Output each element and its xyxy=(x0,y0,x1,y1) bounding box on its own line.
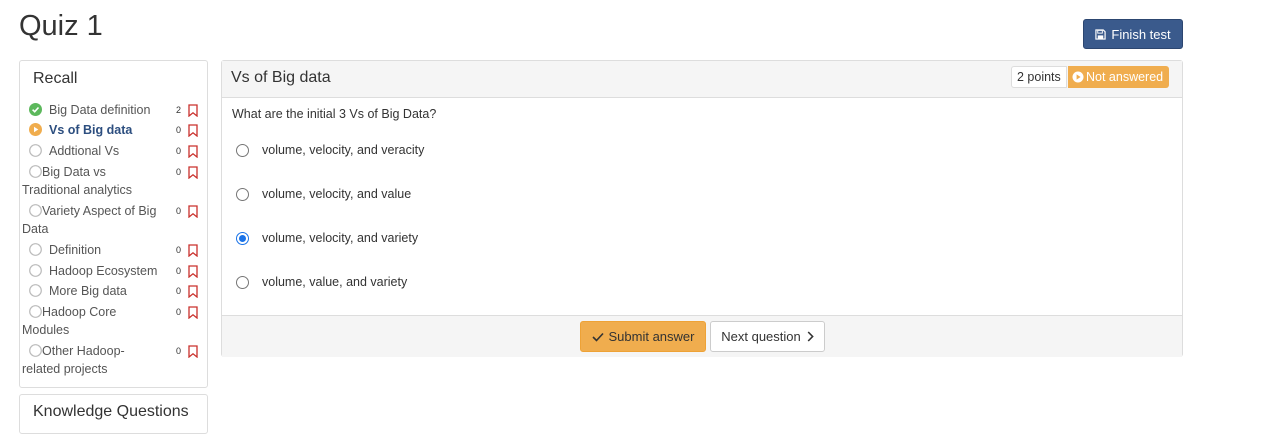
sidebar-item-label: Definition xyxy=(49,243,102,257)
bookmark-icon[interactable] xyxy=(188,306,198,319)
empty-circle-icon xyxy=(29,144,42,157)
sidebar-item[interactable]: Vs of Big data 0 xyxy=(20,121,198,141)
points-badge: 2 points xyxy=(1011,66,1067,88)
next-question-button[interactable]: Next question xyxy=(710,321,825,352)
sidebar-item-count: 0 xyxy=(176,346,182,356)
answer-label: volume, velocity, and veracity xyxy=(262,143,425,157)
submit-answer-button[interactable]: Submit answer xyxy=(580,321,706,352)
finish-test-button[interactable]: Finish test xyxy=(1083,19,1183,49)
question-title: Vs of Big data xyxy=(231,69,331,86)
sidebar-item-count: 0 xyxy=(176,146,182,156)
answer-radio[interactable] xyxy=(236,275,249,289)
answer-option[interactable]: volume, velocity, and veracity xyxy=(236,143,424,157)
finish-test-label: Finish test xyxy=(1111,26,1171,42)
bookmark-icon[interactable] xyxy=(188,166,198,179)
status-badge: Not answered xyxy=(1068,66,1170,88)
floppy-disk-icon xyxy=(1095,28,1107,40)
chevron-right-icon xyxy=(807,331,814,342)
answer-option[interactable]: volume, value, and variety xyxy=(236,275,407,289)
sidebar-item-count: 0 xyxy=(176,167,182,177)
sidebar-item-label: Hadoop Core Modules xyxy=(22,305,117,337)
sidebar-item-count: 2 xyxy=(176,105,182,115)
sidebar-item[interactable]: Hadoop Ecosystem 0 xyxy=(20,262,198,282)
question-sidebar: Recall Big Data definition 2 Vs of Big dat… xyxy=(19,60,208,388)
knowledge-questions-title: Knowledge Questions xyxy=(33,403,189,420)
sidebar-item-label: Other Hadoop-related projects xyxy=(22,344,125,376)
sidebar-item-count: 0 xyxy=(176,307,182,317)
sidebar-item[interactable]: Hadoop Core Modules 0 xyxy=(20,303,198,339)
play-circle-icon xyxy=(1072,71,1084,83)
sidebar-item[interactable]: Big Data definition 2 xyxy=(20,101,198,121)
sidebar-item-count: 0 xyxy=(176,266,182,276)
bookmark-icon[interactable] xyxy=(188,124,198,137)
sidebar-item-label: Big Data vs Traditional analytics xyxy=(22,165,133,197)
answer-label: volume, value, and variety xyxy=(262,275,408,289)
empty-circle-icon xyxy=(29,264,42,277)
sidebar-item-label: More Big data xyxy=(49,284,127,298)
checkmark-icon xyxy=(591,332,604,342)
answer-radio[interactable] xyxy=(236,231,249,245)
sidebar-item-label: Hadoop Ecosystem xyxy=(49,264,158,278)
sidebar-item[interactable]: Definition 0 xyxy=(20,241,198,261)
bookmark-icon[interactable] xyxy=(188,205,198,218)
sidebar-item[interactable]: More Big data 0 xyxy=(20,282,198,302)
page-title: Quiz 1 xyxy=(19,10,103,42)
question-panel: Vs of Big data 2 points Not answered Wha… xyxy=(221,60,1183,357)
sidebar-item-count: 0 xyxy=(176,245,182,255)
submit-answer-label: Submit answer xyxy=(608,329,695,344)
question-header: Vs of Big data 2 points Not answered xyxy=(222,61,1182,98)
sidebar-item-count: 0 xyxy=(176,206,182,216)
sidebar-item-label: Big Data definition xyxy=(49,103,151,117)
bookmark-icon[interactable] xyxy=(188,285,198,298)
sidebar-item[interactable]: Other Hadoop-related projects 0 xyxy=(20,342,198,378)
bookmark-icon[interactable] xyxy=(188,244,198,257)
bookmark-icon[interactable] xyxy=(188,345,198,358)
question-footer: Submit answer Next question xyxy=(222,315,1182,357)
check-circle-icon xyxy=(29,103,42,116)
sidebar-title: Recall xyxy=(33,70,78,87)
bookmark-icon[interactable] xyxy=(188,145,198,158)
answer-option[interactable]: volume, velocity, and variety xyxy=(236,231,418,245)
sidebar-item-count: 0 xyxy=(176,125,182,135)
bookmark-icon[interactable] xyxy=(188,104,198,117)
status-label: Not answered xyxy=(1086,70,1164,84)
sidebar-item[interactable]: Addtional Vs 0 xyxy=(20,142,198,162)
play-circle-icon xyxy=(29,123,42,136)
empty-circle-icon xyxy=(29,243,42,256)
sidebar-item-count: 0 xyxy=(176,286,182,296)
sidebar-item-label: Vs of Big data xyxy=(49,123,133,137)
answer-option[interactable]: volume, velocity, and value xyxy=(236,187,411,201)
sidebar-item[interactable]: Big Data vs Traditional analytics 0 xyxy=(20,163,198,199)
sidebar-item-label: Addtional Vs xyxy=(49,144,120,158)
answer-label: volume, velocity, and value xyxy=(262,187,412,201)
answer-radio[interactable] xyxy=(236,143,249,157)
answer-label: volume, velocity, and variety xyxy=(262,231,419,245)
next-question-label: Next question xyxy=(721,329,801,344)
bookmark-icon[interactable] xyxy=(188,265,198,278)
question-text: What are the initial 3 Vs of Big Data? xyxy=(232,107,437,121)
answer-radio[interactable] xyxy=(236,187,249,201)
sidebar-item-label: Variety Aspect of Big Data xyxy=(22,204,157,236)
sidebar-item[interactable]: Variety Aspect of Big Data 0 xyxy=(20,202,198,238)
empty-circle-icon xyxy=(29,284,42,297)
knowledge-questions-section: Knowledge Questions xyxy=(19,394,208,434)
